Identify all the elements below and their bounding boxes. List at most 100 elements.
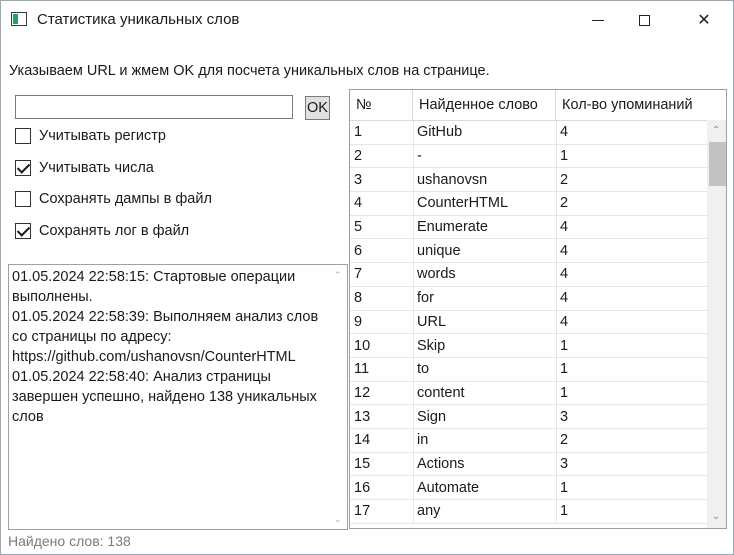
cell-word[interactable]: Automate [413, 476, 556, 499]
checkmark-icon[interactable] [15, 223, 31, 239]
cell-word[interactable]: Skip [413, 334, 556, 357]
table-row[interactable]: 8 for 4 [350, 286, 707, 311]
cell-number[interactable]: 2 [350, 145, 413, 168]
minimize-button[interactable] [575, 1, 621, 39]
cell-number[interactable]: 17 [350, 500, 413, 523]
cell-count[interactable]: 4 [556, 263, 707, 286]
scroll-up-arrow-icon[interactable]: ⌃ [712, 126, 720, 136]
cell-word[interactable]: to [413, 357, 556, 381]
cell-number[interactable]: 3 [350, 168, 413, 191]
cell-number[interactable]: 4 [350, 192, 413, 215]
scroll-up-arrow-icon[interactable]: ⌃ [334, 271, 342, 280]
cell-number[interactable]: 8 [350, 287, 413, 310]
table-row[interactable]: 7 words 4 [350, 263, 707, 287]
cell-count[interactable]: 2 [556, 192, 707, 215]
cell-word[interactable]: Enumerate [413, 215, 556, 239]
cell-count[interactable]: 1 [556, 381, 707, 405]
table-row[interactable]: 12 content 1 [350, 381, 707, 406]
cell-word[interactable]: words [413, 263, 556, 286]
cell-number[interactable]: 14 [350, 429, 413, 452]
cell-number[interactable]: 5 [350, 216, 413, 239]
minimize-icon [592, 19, 604, 21]
cell-count[interactable]: 1 [556, 334, 707, 357]
cell-word[interactable]: content [413, 381, 556, 405]
cell-count[interactable]: 1 [556, 357, 707, 381]
checkbox-box[interactable] [15, 191, 31, 207]
checkbox-case-sensitive[interactable]: Учитывать регистр [15, 126, 166, 146]
cell-number[interactable]: 16 [350, 476, 413, 499]
table-row[interactable]: 1 GitHub 4 [350, 121, 707, 145]
title-bar[interactable]: Статистика уникальных слов ✕ [1, 1, 733, 39]
cell-count[interactable]: 4 [556, 310, 707, 334]
cell-word[interactable]: URL [413, 310, 556, 334]
cell-number[interactable]: 12 [350, 382, 413, 405]
cell-number[interactable]: 13 [350, 405, 413, 428]
close-button[interactable]: ✕ [681, 1, 727, 39]
log-scrollbar[interactable]: ⌃ ⌄ [330, 265, 347, 529]
cell-word[interactable]: unique [413, 239, 556, 263]
checkbox-label: Сохранять лог в файл [39, 223, 190, 239]
table-row[interactable]: 15 Actions 3 [350, 452, 707, 477]
checkbox-save-dumps[interactable]: Сохранять дампы в файл [15, 189, 212, 209]
app-icon [11, 12, 27, 26]
cell-count[interactable]: 4 [556, 215, 707, 239]
cell-word[interactable]: GitHub [413, 121, 556, 144]
cell-number[interactable]: 10 [350, 334, 413, 357]
checkmark-icon[interactable] [15, 160, 31, 176]
cell-word[interactable]: CounterHTML [413, 192, 556, 215]
log-text: 01.05.2024 22:58:15: Стартовые операции … [12, 269, 319, 425]
column-header-count[interactable]: Кол-во упоминаний [556, 90, 706, 120]
cell-word[interactable]: any [413, 500, 556, 523]
scroll-down-arrow-icon[interactable]: ⌄ [712, 512, 720, 522]
column-header-number[interactable]: № [350, 90, 413, 120]
table-row[interactable]: 14 in 2 [350, 428, 707, 453]
log-textbox[interactable]: 01.05.2024 22:58:15: Стартовые операции … [8, 264, 348, 530]
cell-word[interactable]: - [413, 144, 556, 168]
checkbox-label: Учитывать регистр [39, 128, 166, 144]
ok-button[interactable]: OK [305, 96, 330, 120]
cell-count[interactable]: 1 [556, 144, 707, 168]
checkbox-box[interactable] [15, 128, 31, 144]
table-row[interactable]: 5 Enumerate 4 [350, 215, 707, 240]
scroll-down-arrow-icon[interactable]: ⌄ [334, 515, 342, 524]
maximize-button[interactable] [621, 1, 667, 39]
table-row[interactable]: 11 to 1 [350, 357, 707, 382]
cell-word[interactable]: for [413, 286, 556, 310]
cell-number[interactable]: 7 [350, 263, 413, 286]
cell-number[interactable]: 1 [350, 121, 413, 144]
table-row[interactable]: 2-1 [350, 144, 707, 169]
table-row[interactable]: 10 Skip 1 [350, 334, 707, 358]
url-input[interactable] [15, 95, 293, 119]
cell-count[interactable]: 1 [556, 476, 707, 499]
cell-count[interactable]: 2 [556, 428, 707, 452]
cell-count[interactable]: 3 [556, 452, 707, 476]
maximize-icon [638, 14, 650, 26]
table-row[interactable]: 16 Automate 1 [350, 476, 707, 500]
cell-count[interactable]: 1 [556, 500, 707, 523]
cell-number[interactable]: 15 [350, 453, 413, 476]
checkbox-count-numbers[interactable]: Учитывать числа [15, 158, 154, 178]
cell-number[interactable]: 11 [350, 358, 413, 381]
cell-number[interactable]: 9 [350, 311, 413, 334]
cell-count[interactable]: 2 [556, 168, 707, 192]
table-row[interactable]: 9 URL 4 [350, 310, 707, 335]
table-scrollbar[interactable]: ⌃ ⌄ [707, 120, 726, 528]
cell-count[interactable]: 4 [556, 121, 707, 144]
column-header-word[interactable]: Найденное слово [413, 90, 556, 120]
table-row[interactable]: 17 any 1 [350, 500, 707, 524]
table-row[interactable]: 6 unique 4 [350, 239, 707, 264]
words-table[interactable]: № Найденное слово Кол-во упоминаний 1 Git… [349, 89, 727, 529]
table-row[interactable]: 13 Sign 3 [350, 405, 707, 429]
cell-count[interactable]: 4 [556, 286, 707, 310]
cell-count[interactable]: 4 [556, 239, 707, 263]
cell-word[interactable]: ushanovsn [413, 168, 556, 192]
scroll-thumb[interactable] [709, 142, 726, 186]
checkbox-save-log[interactable]: Сохранять лог в файл [15, 221, 189, 241]
table-row[interactable]: 4 CounterHTML 2 [350, 192, 707, 216]
cell-number[interactable]: 6 [350, 239, 413, 262]
cell-word[interactable]: Sign [413, 405, 556, 428]
cell-count[interactable]: 3 [556, 405, 707, 428]
table-row[interactable]: 3 ushanovsn 2 [350, 168, 707, 193]
cell-word[interactable]: in [413, 428, 556, 452]
cell-word[interactable]: Actions [413, 452, 556, 476]
